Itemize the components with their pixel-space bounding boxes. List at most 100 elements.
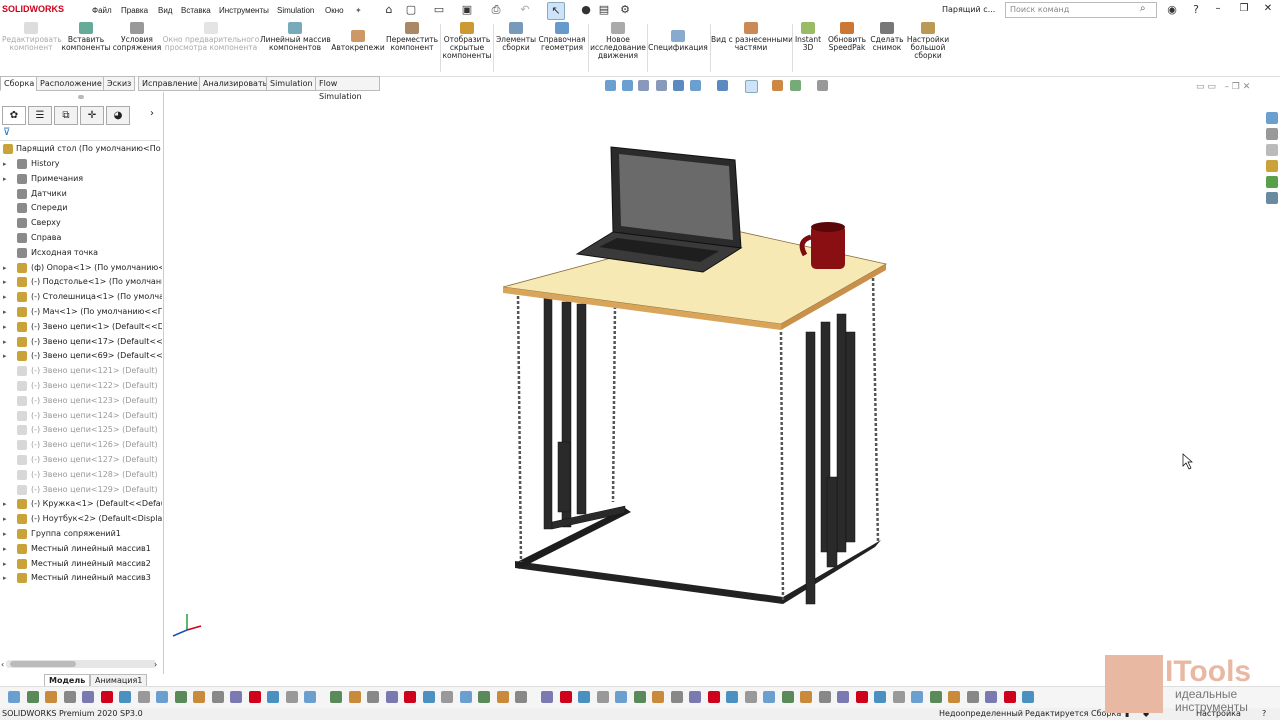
bottom-tool-icon[interactable] (119, 691, 131, 703)
reference-geometry-button[interactable]: Справочная геометрия (538, 22, 586, 52)
bottom-tool-icon[interactable] (541, 691, 553, 703)
bottom-tool-icon[interactable] (459, 691, 472, 703)
assembly-features-button[interactable]: Элементы сборки (494, 22, 538, 52)
tree-item[interactable]: (-) Звено цепи<128> (Default) (0, 468, 162, 482)
view-orientation-icon[interactable] (690, 80, 701, 91)
bottom-tool-icon[interactable] (156, 691, 168, 703)
bottom-tool-icon[interactable] (26, 691, 39, 703)
undo-icon[interactable]: ↶ (517, 2, 533, 18)
bottom-tool-icon[interactable] (559, 691, 572, 703)
tab-sketch[interactable]: Эскиз (103, 76, 136, 91)
bottom-tool-icon[interactable] (285, 691, 298, 703)
display-manager-tab-icon[interactable]: ◕ (106, 106, 130, 125)
tree-item[interactable]: ▸ Местный линейный массив2 (0, 557, 162, 571)
scroll-right-icon[interactable]: › (154, 660, 157, 669)
bottom-tool-icon[interactable] (929, 691, 942, 703)
bottom-tool-icon[interactable] (478, 691, 490, 703)
tree-item[interactable]: ▸ (-) Звено цепи<17> (Default<<Defa (0, 335, 162, 349)
tree-item[interactable]: (-) Звено цепи<121> (Default) (0, 364, 162, 378)
instant-3d-button[interactable]: Instant 3D (793, 22, 823, 52)
tree-item[interactable]: ▸ (-) Ноутбук<2> (Default<Display Sta (0, 512, 162, 526)
file-explorer-icon[interactable] (1266, 144, 1278, 156)
bottom-tool-icon[interactable] (1003, 691, 1016, 703)
feature-manager-tab-icon[interactable]: ✿ (2, 106, 26, 125)
edit-component-button[interactable]: Редактировать компонент (2, 22, 62, 52)
tab-flow-simulation[interactable]: Flow Simulation (315, 76, 380, 101)
edit-appearance-icon[interactable] (772, 80, 783, 91)
menu-insert[interactable]: Вставка (181, 6, 211, 15)
menu-file[interactable]: Файл (92, 6, 112, 15)
menu-window[interactable]: Окно (325, 6, 344, 15)
expand-arrow-icon[interactable]: ▸ (3, 290, 9, 304)
display-style-icon[interactable] (717, 80, 728, 91)
previous-view-icon[interactable] (638, 80, 649, 91)
bottom-tool-icon[interactable] (633, 691, 646, 703)
search-commands-input[interactable]: Поиск команд ⌕ (1005, 2, 1157, 18)
bottom-tool-icon[interactable] (137, 691, 150, 703)
options-gear-icon[interactable]: ⚙ (617, 2, 633, 18)
update-speedpak-button[interactable]: Обновить SpeedPak (824, 22, 870, 52)
tree-item[interactable]: (-) Звено цепи<123> (Default) (0, 394, 162, 408)
expand-arrow-icon[interactable]: ▸ (3, 571, 9, 585)
bottom-tool-icon[interactable] (348, 691, 361, 703)
traffic-light-icon[interactable]: ● (578, 2, 594, 18)
save-icon[interactable]: ▣ (459, 2, 475, 18)
tree-item[interactable]: ▸ (-) Звено цепи<69> (Default<<Defa (0, 349, 162, 363)
chevron-right-icon[interactable]: › (150, 108, 154, 119)
bottom-tool-icon[interactable] (596, 691, 609, 703)
tab-simulation[interactable]: Simulation (266, 76, 317, 91)
bottom-tool-icon[interactable] (966, 691, 979, 703)
tab-layout[interactable]: Расположение (36, 76, 106, 91)
bottom-tool-icon[interactable] (855, 691, 868, 703)
menu-simulation[interactable]: Simulation (277, 6, 314, 15)
bottom-tool-icon[interactable] (422, 691, 435, 703)
bottom-tool-icon[interactable] (248, 691, 261, 703)
configuration-manager-tab-icon[interactable]: ⧉ (54, 106, 78, 125)
menu-edit[interactable]: Правка (121, 6, 148, 15)
property-manager-tab-icon[interactable]: ☰ (28, 106, 52, 125)
appearances-icon[interactable] (1266, 176, 1278, 188)
bottom-tool-icon[interactable] (8, 691, 20, 703)
home-icon[interactable]: ⌂ (381, 2, 397, 18)
search-icon[interactable]: ⌕ (1140, 3, 1146, 14)
bottom-tool-icon[interactable] (652, 691, 664, 703)
tab-assembly[interactable]: Сборка (0, 76, 39, 91)
tab-analyze[interactable]: Анализировать (199, 76, 272, 91)
zoom-to-fit-icon[interactable] (605, 80, 616, 91)
expand-arrow-icon[interactable]: ▸ (3, 527, 9, 541)
design-library-icon[interactable] (1266, 128, 1278, 140)
tab-fix[interactable]: Исправление (138, 76, 202, 91)
component-preview-button[interactable]: Окно предварительного просмотра компонен… (162, 22, 260, 52)
new-motion-study-button[interactable]: Новое исследование движения (589, 22, 647, 60)
zoom-to-area-icon[interactable] (622, 80, 633, 91)
tree-item[interactable]: ▸ (ф) Опора<1> (По умолчанию<<П (0, 261, 162, 275)
bottom-tool-icon[interactable] (670, 691, 683, 703)
tree-item[interactable]: ▸ (-) Мач<1> (По умолчанию<<По у (0, 305, 162, 319)
custom-properties-icon[interactable] (1266, 192, 1278, 204)
scroll-left-icon[interactable]: ‹ (1, 660, 4, 669)
solidworks-resources-icon[interactable] (1266, 112, 1278, 124)
bottom-tool-icon[interactable] (763, 691, 775, 703)
linear-pattern-button[interactable]: Линейный массив компонентов (260, 22, 331, 52)
tree-item[interactable]: (-) Звено цепи<122> (Default) (0, 379, 162, 393)
bottom-tool-icon[interactable] (515, 691, 527, 703)
expand-arrow-icon[interactable]: ▸ (3, 320, 9, 334)
bottom-tool-icon[interactable] (404, 691, 416, 703)
tree-item[interactable]: (-) Звено цепи<127> (Default) (0, 453, 162, 467)
close-button[interactable]: ✕ (1259, 2, 1277, 16)
bottom-tool-icon[interactable] (818, 691, 831, 703)
tree-item[interactable]: ▸ (-) Кружка<1> (Default<<Default>_I (0, 497, 162, 511)
bottom-tool-icon[interactable] (837, 691, 849, 703)
bottom-tool-icon[interactable] (578, 691, 590, 703)
bottom-tool-icon[interactable] (330, 691, 342, 703)
graphics-area[interactable] (163, 92, 1258, 674)
expand-arrow-icon[interactable]: ▸ (3, 542, 9, 556)
maximize-button[interactable]: ❐ (1235, 2, 1253, 16)
expand-arrow-icon[interactable]: ▸ (3, 349, 9, 363)
new-file-icon[interactable]: ▢ (403, 2, 419, 18)
help-icon[interactable]: ? (1188, 2, 1204, 18)
bottom-tool-icon[interactable] (100, 691, 113, 703)
bottom-tool-icon[interactable] (441, 691, 453, 703)
tree-item[interactable]: (-) Звено цепи<126> (Default) (0, 438, 162, 452)
bottom-tool-icon[interactable] (781, 691, 794, 703)
